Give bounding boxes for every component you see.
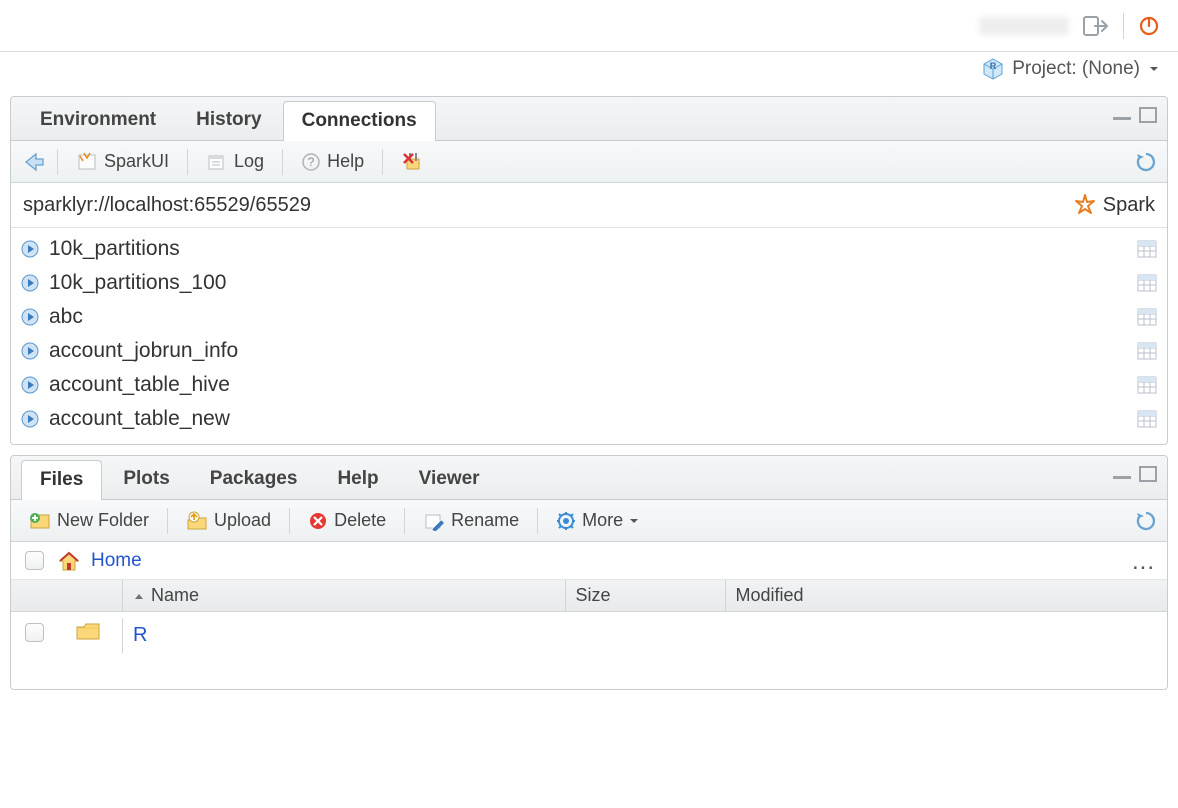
new-folder-label: New Folder [57,510,149,531]
refresh-icon[interactable] [1135,510,1157,532]
column-size-header[interactable]: Size [566,580,726,611]
spark-badge: Spark [1073,193,1155,217]
dropdown-caret-icon[interactable] [1148,63,1160,75]
grid-icon[interactable] [1137,240,1157,258]
rename-label: Rename [451,510,519,531]
connections-toolbar: SparkUI Log ? Help [11,141,1167,183]
maximize-icon[interactable] [1139,107,1157,123]
grid-icon[interactable] [1137,308,1157,326]
minimize-icon[interactable] [1111,108,1133,122]
table-row[interactable]: 10k_partitions [11,232,1167,266]
more-button[interactable]: More [548,507,647,534]
grid-icon[interactable] [1137,274,1157,292]
svg-text:?: ? [308,155,315,169]
maximize-icon[interactable] [1139,466,1157,482]
more-label: More [582,510,623,531]
upload-label: Upload [214,510,271,531]
table-row[interactable]: abc [11,300,1167,334]
folder-icon [65,618,123,653]
files-panel: Files Plots Packages Help Viewer New Fol… [10,455,1168,690]
tab-help[interactable]: Help [318,459,397,499]
project-bar: R Project: (None) [0,52,1178,90]
files-toolbar: New Folder Upload Delete Rename More [11,500,1167,542]
log-label: Log [234,151,264,172]
tab-strip-lower: Files Plots Packages Help Viewer [11,456,1167,500]
file-row[interactable]: R [11,612,1167,659]
minimize-icon[interactable] [1111,467,1133,481]
project-label[interactable]: Project: (None) [1012,58,1140,80]
connection-table-list: 10k_partitions 10k_partitions_100 abc ac… [11,228,1167,444]
expand-icon[interactable] [21,410,39,428]
table-name: 10k_partitions_100 [49,271,1137,295]
app-top-bar [0,0,1178,52]
help-label: Help [327,151,364,172]
connection-path-row: sparklyr://localhost:65529/65529 Spark [11,183,1167,228]
select-all-checkbox[interactable] [25,551,44,570]
table-row[interactable]: account_jobrun_info [11,334,1167,368]
svg-text:R: R [990,61,997,71]
row-checkbox[interactable] [25,623,44,642]
r-cube-icon: R [982,58,1004,80]
file-name[interactable]: R [133,624,147,647]
column-modified-header[interactable]: Modified [726,580,1168,611]
new-folder-button[interactable]: New Folder [21,507,157,534]
table-name: account_table_new [49,407,1137,431]
delete-button[interactable]: Delete [300,507,394,534]
tab-connections[interactable]: Connections [283,101,436,141]
expand-icon[interactable] [21,376,39,394]
log-button[interactable]: Log [198,148,272,175]
separator [1123,13,1124,39]
home-breadcrumb-link[interactable]: Home [91,550,142,572]
rename-button[interactable]: Rename [415,507,527,534]
tab-strip-upper: Environment History Connections [11,97,1167,141]
tab-viewer[interactable]: Viewer [400,459,499,499]
tab-files[interactable]: Files [21,460,102,500]
delete-label: Delete [334,510,386,531]
tab-packages[interactable]: Packages [191,459,317,499]
column-name-header[interactable]: Name [123,580,566,611]
table-name: abc [49,305,1137,329]
expand-icon[interactable] [21,274,39,292]
more-path-icon[interactable]: ... [1132,548,1155,576]
power-icon[interactable] [1138,15,1160,37]
expand-icon[interactable] [21,308,39,326]
table-row[interactable]: account_table_new [11,402,1167,436]
home-icon[interactable] [57,550,81,572]
grid-icon[interactable] [1137,342,1157,360]
grid-icon[interactable] [1137,376,1157,394]
disconnect-button[interactable] [393,148,433,176]
tab-history[interactable]: History [177,100,280,140]
table-row[interactable]: account_table_hive [11,368,1167,402]
refresh-icon[interactable] [1135,151,1157,173]
grid-icon[interactable] [1137,410,1157,428]
connections-panel: Environment History Connections SparkUI … [10,96,1168,445]
username-label [979,17,1069,35]
table-row[interactable]: 10k_partitions_100 [11,266,1167,300]
files-header-row: Name Size Modified [11,580,1167,612]
expand-icon[interactable] [21,240,39,258]
files-breadcrumb: Home ... [11,542,1167,580]
sparkui-button[interactable]: SparkUI [68,148,177,175]
table-name: account_jobrun_info [49,339,1137,363]
table-name: account_table_hive [49,373,1137,397]
back-arrow-icon[interactable] [21,151,47,173]
expand-icon[interactable] [21,342,39,360]
help-button[interactable]: ? Help [293,148,372,175]
upload-button[interactable]: Upload [178,507,279,534]
sparkui-label: SparkUI [104,151,169,172]
connection-url: sparklyr://localhost:65529/65529 [23,194,311,217]
tab-plots[interactable]: Plots [104,459,188,499]
sign-out-icon[interactable] [1083,15,1109,37]
tab-environment[interactable]: Environment [21,100,175,140]
spark-label: Spark [1103,194,1155,217]
table-name: 10k_partitions [49,237,1137,261]
